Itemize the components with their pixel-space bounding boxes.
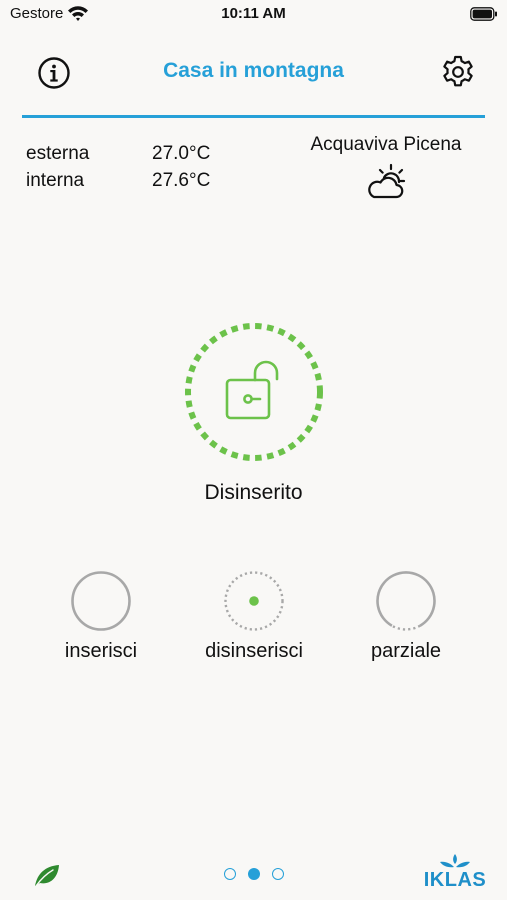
page-dot-active[interactable] <box>248 868 260 880</box>
header-divider <box>22 115 485 118</box>
partial-arm-button-label: parziale <box>370 640 442 662</box>
temperature-value: 27.6°C <box>152 170 211 191</box>
arm-ring-icon <box>71 571 131 631</box>
temperature-value: 27.0°C <box>152 143 211 164</box>
app-screen: Gestore 10:11 AM Casa in montagna estern… <box>0 0 507 900</box>
arm-button-label: inserisci <box>64 640 138 662</box>
page-dot[interactable] <box>224 868 236 880</box>
disarm-button[interactable]: disinserisci <box>174 570 334 663</box>
brand-name: IKLAS <box>423 869 487 891</box>
alarm-status-indicator <box>185 323 323 461</box>
temperature-label: interna <box>26 170 85 191</box>
temperature-label: esterna <box>26 143 90 164</box>
page-dot[interactable] <box>272 868 284 880</box>
brand-logo: IKLAS <box>414 853 496 895</box>
gear-icon[interactable] <box>440 54 476 90</box>
clock: 10:11 AM <box>221 5 286 22</box>
weather-city: Acquaviva Picena <box>310 134 462 155</box>
battery-icon <box>470 7 497 21</box>
page-indicator[interactable] <box>220 868 290 884</box>
partly-cloudy-icon <box>368 163 406 199</box>
eco-leaf-icon[interactable] <box>32 862 62 888</box>
alarm-status-label: Disinserito <box>204 481 303 504</box>
arm-button[interactable]: inserisci <box>21 570 181 663</box>
unlocked-padlock-icon <box>225 360 279 420</box>
disarm-button-label: disinserisci <box>205 640 303 662</box>
page-title: Casa in montagna <box>163 59 344 82</box>
partial-ring-icon <box>376 571 436 631</box>
status-bar: Gestore 10:11 AM <box>0 0 507 30</box>
disarm-ring-icon <box>224 571 284 631</box>
partial-arm-button[interactable]: parziale <box>326 570 486 663</box>
